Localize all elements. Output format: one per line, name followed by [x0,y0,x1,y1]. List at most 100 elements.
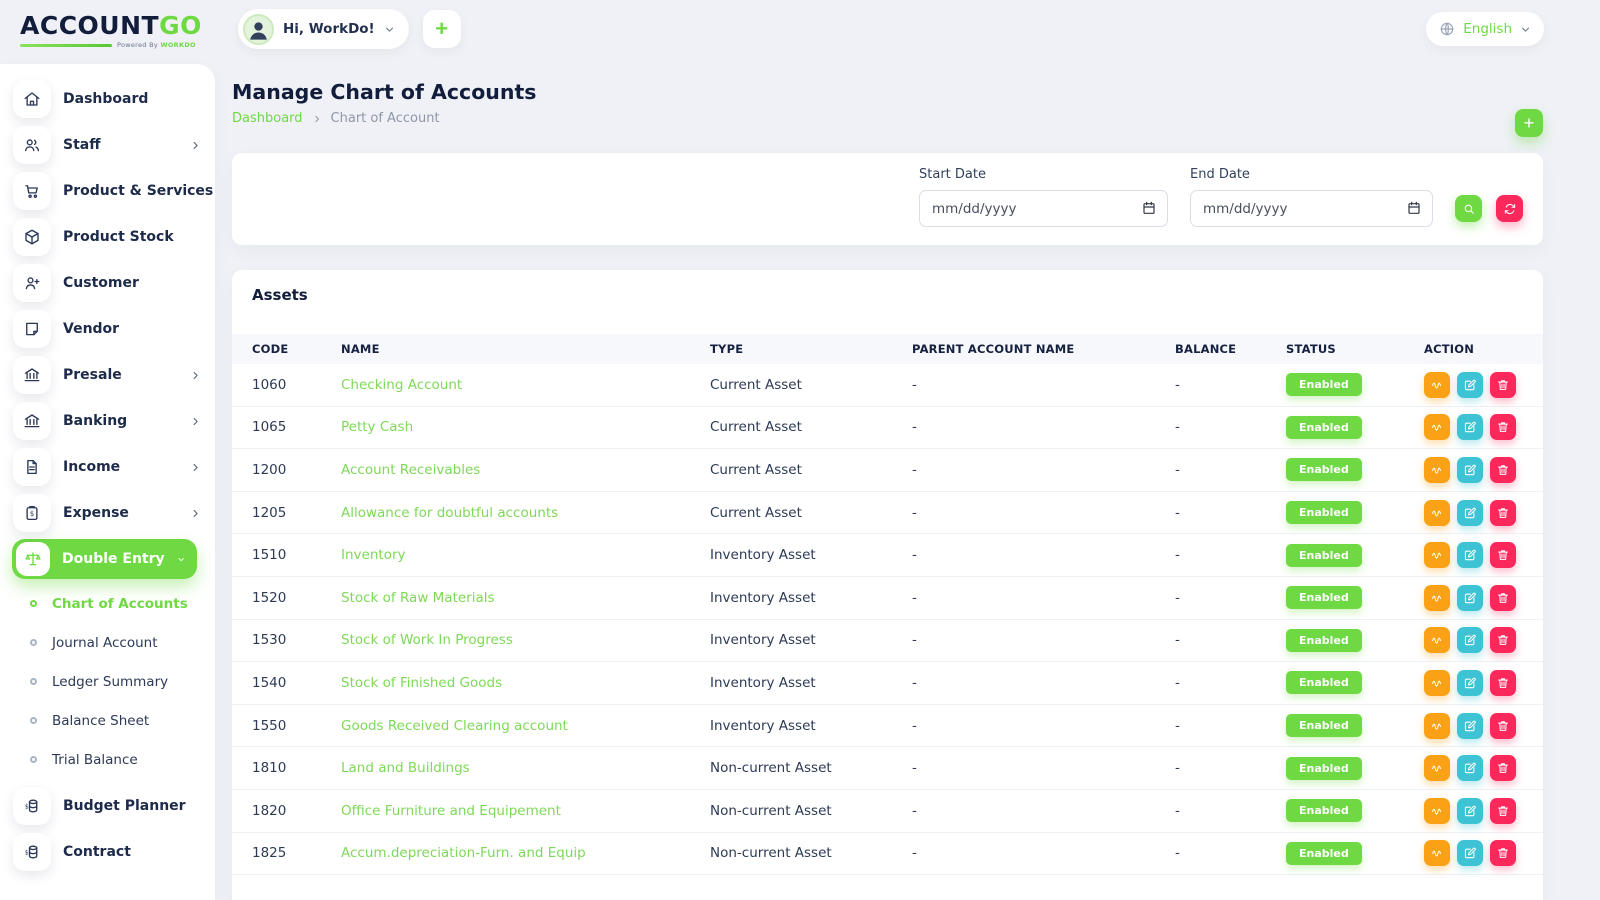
activity-button[interactable] [1424,840,1450,866]
sidebar-item-dashboard[interactable]: Dashboard [0,76,215,122]
status-badge: Enabled [1286,757,1362,780]
activity-button[interactable] [1424,627,1450,653]
edit-button[interactable] [1457,627,1483,653]
edit-button[interactable] [1457,585,1483,611]
cell-code: 1540 [252,675,341,691]
sidebar-subitem-trial-balance[interactable]: Trial Balance [0,740,215,779]
brand-logo[interactable]: ACCOUNTGO Powered By WORKDO [20,13,190,49]
activity-button[interactable] [1424,542,1450,568]
calendar-icon[interactable] [1406,200,1422,216]
cell-name-link[interactable]: Accum.depreciation-Furn. and Equip [341,845,710,861]
edit-button[interactable] [1457,414,1483,440]
breadcrumb-dashboard-link[interactable]: Dashboard [232,111,303,126]
cell-name-link[interactable]: Allowance for doubtful accounts [341,505,710,521]
bullet-icon [30,639,37,646]
activity-button[interactable] [1424,670,1450,696]
table-row: 1060 Checking Account Current Asset - - … [232,364,1543,407]
quick-add-button[interactable]: + [423,10,461,48]
cell-type: Inventory Asset [710,718,912,734]
cell-name-link[interactable]: Stock of Finished Goods [341,675,710,691]
sidebar-item-double-entry[interactable]: Double Entry [12,539,197,579]
cell-actions [1424,840,1543,866]
edit-button[interactable] [1457,798,1483,824]
edit-button[interactable] [1457,542,1483,568]
sidebar-subitem-ledger-summary[interactable]: Ledger Summary [0,662,215,701]
table-row: 1530 Stock of Work In Progress Inventory… [232,620,1543,663]
sidebar-item-product-services[interactable]: Product & Services [0,168,215,214]
cell-name-link[interactable]: Inventory [341,547,710,563]
trash-icon [1496,591,1510,605]
delete-button[interactable] [1490,542,1516,568]
delete-button[interactable] [1490,457,1516,483]
sidebar-subitem-balance-sheet[interactable]: Balance Sheet [0,701,215,740]
delete-button[interactable] [1490,840,1516,866]
sidebar-item-product-stock[interactable]: Product Stock [0,214,215,260]
sidebar-item-staff[interactable]: Staff [0,122,215,168]
cell-name-link[interactable]: Land and Buildings [341,760,710,776]
end-date-input[interactable] [1190,190,1433,227]
activity-wave-icon [1430,676,1444,690]
cell-code: 1065 [252,419,341,435]
edit-button[interactable] [1457,670,1483,696]
activity-button[interactable] [1424,713,1450,739]
delete-button[interactable] [1490,372,1516,398]
section-title: Assets [252,286,1543,305]
activity-button[interactable] [1424,585,1450,611]
cell-actions [1424,627,1543,653]
cell-name-link[interactable]: Office Furniture and Equipement [341,803,710,819]
start-date-input[interactable] [919,190,1168,227]
search-button[interactable] [1455,195,1482,222]
activity-button[interactable] [1424,414,1450,440]
sidebar-subitem-chart-of-accounts[interactable]: Chart of Accounts [0,584,215,623]
sidebar-subitem-journal-account[interactable]: Journal Account [0,623,215,662]
delete-button[interactable] [1490,798,1516,824]
activity-button[interactable] [1424,500,1450,526]
cell-name-link[interactable]: Goods Received Clearing account [341,718,710,734]
user-menu[interactable]: Hi, WorkDo! [238,9,409,49]
sidebar-item-banking[interactable]: Banking [0,398,215,444]
edit-button[interactable] [1457,713,1483,739]
cell-name-link[interactable]: Checking Account [341,377,710,393]
sidebar-item-income[interactable]: Income [0,444,215,490]
cell-name-link[interactable]: Stock of Raw Materials [341,590,710,606]
cell-name-link[interactable]: Account Receivables [341,462,710,478]
delete-button[interactable] [1490,713,1516,739]
sidebar: Dashboard Staff Product & Services Produ… [0,64,215,900]
svg-text:$: $ [25,849,29,856]
cell-balance: - [1175,590,1286,606]
edit-button[interactable] [1457,500,1483,526]
menu-label: Vendor [63,321,119,337]
edit-icon [1463,506,1477,520]
activity-button[interactable] [1424,755,1450,781]
edit-button[interactable] [1457,457,1483,483]
delete-button[interactable] [1490,585,1516,611]
sidebar-item-presale[interactable]: Presale [0,352,215,398]
sidebar-item-budget-planner[interactable]: $ Budget Planner [0,783,215,829]
language-selector[interactable]: English [1426,12,1544,46]
delete-button[interactable] [1490,670,1516,696]
edit-button[interactable] [1457,840,1483,866]
sidebar-item-customer[interactable]: Customer [0,260,215,306]
calendar-icon[interactable] [1141,200,1157,216]
reset-button[interactable] [1496,195,1523,222]
delete-button[interactable] [1490,627,1516,653]
cell-name-link[interactable]: Stock of Work In Progress [341,632,710,648]
cell-type: Current Asset [710,505,912,521]
cell-name-link[interactable]: Petty Cash [341,419,710,435]
add-account-button[interactable]: + [1515,109,1543,137]
edit-button[interactable] [1457,372,1483,398]
delete-button[interactable] [1490,500,1516,526]
coins-icon: $ [13,787,51,825]
menu-label: Expense [63,505,129,521]
delete-button[interactable] [1490,755,1516,781]
delete-button[interactable] [1490,414,1516,440]
sidebar-item-contract[interactable]: $ Contract [0,829,215,875]
edit-button[interactable] [1457,755,1483,781]
activity-button[interactable] [1424,372,1450,398]
sidebar-item-expense[interactable]: $ Expense [0,490,215,536]
edit-icon [1463,633,1477,647]
end-date-field: End Date [1190,167,1433,227]
sidebar-item-vendor[interactable]: Vendor [0,306,215,352]
activity-button[interactable] [1424,798,1450,824]
activity-button[interactable] [1424,457,1450,483]
